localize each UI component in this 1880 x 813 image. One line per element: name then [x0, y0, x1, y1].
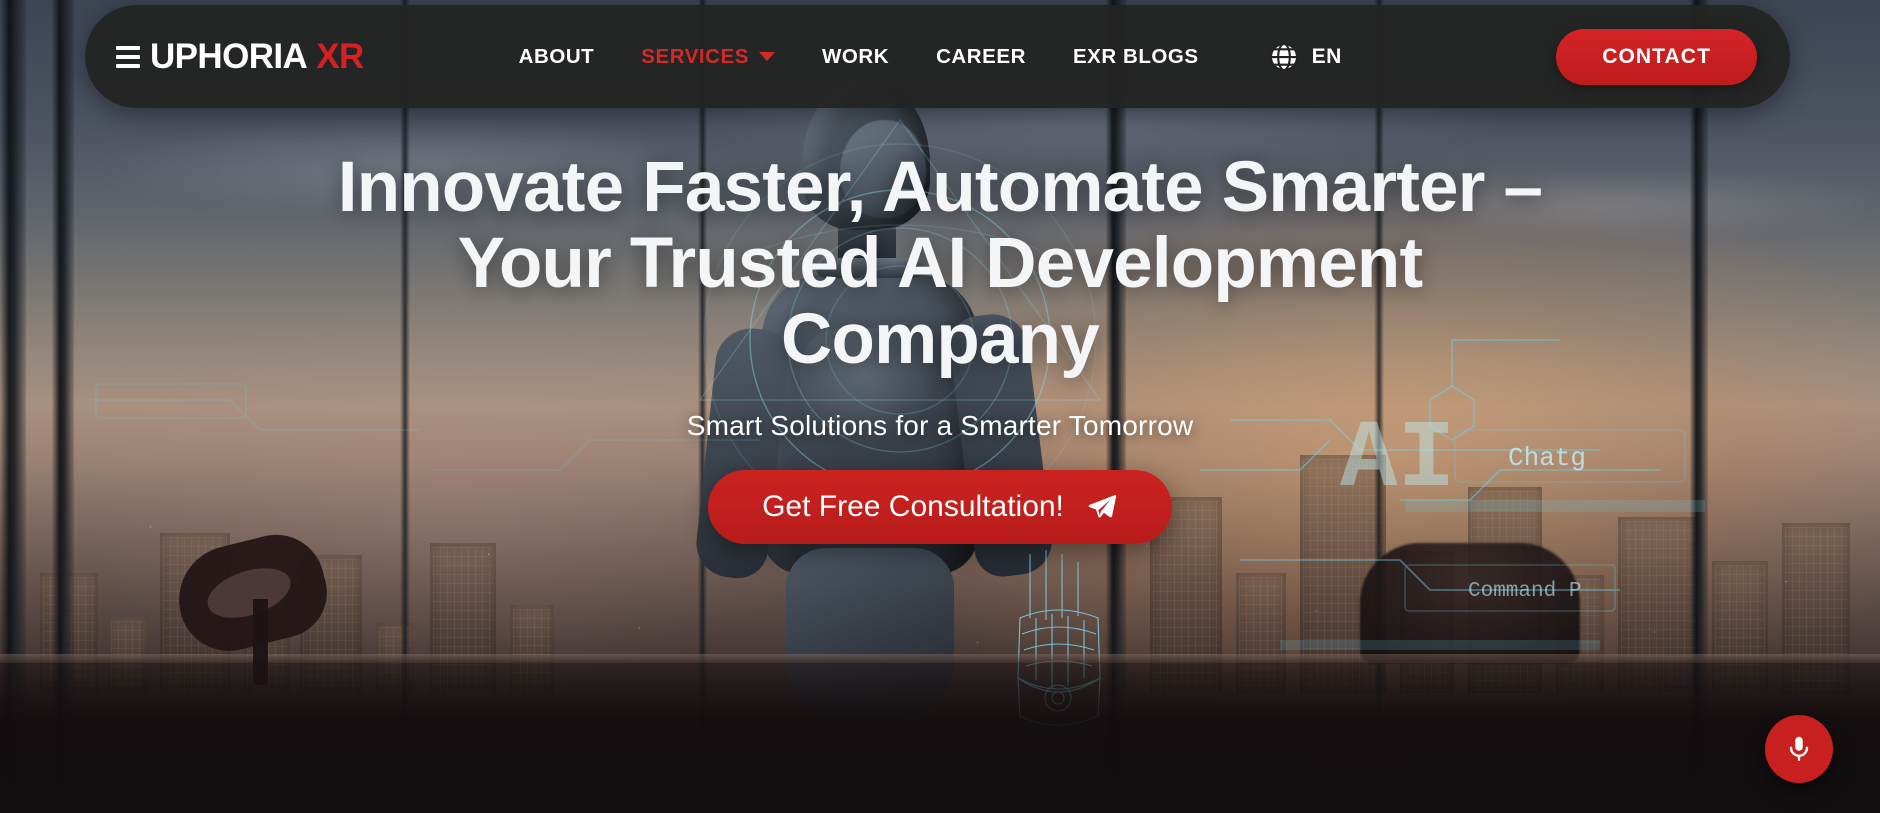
nav-item-label: WORK — [821, 44, 890, 68]
nav-item-career[interactable]: CAREER — [936, 45, 1026, 69]
nav-item-exr-blogs[interactable]: EXR BLOGS — [1073, 45, 1199, 69]
window-rail — [0, 654, 1880, 663]
hero-title: Innovate Faster, Automate Smarter – Your… — [337, 148, 1543, 379]
paper-plane-send-icon — [1088, 494, 1117, 518]
foreground-object — [1360, 543, 1580, 663]
window-sill — [0, 663, 1880, 813]
language-label: EN — [1311, 44, 1342, 68]
cta-label: Get Free Consultation! — [762, 490, 1064, 523]
voice-assistant-button[interactable] — [1765, 715, 1833, 783]
foreground-chair-stem — [253, 599, 268, 685]
contact-button[interactable]: CONTACT — [1556, 28, 1757, 85]
nav-item-about[interactable]: ABOUT — [519, 45, 595, 69]
brand-logo-accent: XR — [316, 36, 364, 76]
hero-stage: AI Chatg Command P UPHORIA XR ABOUT SERV… — [0, 0, 1880, 813]
globe-icon — [1269, 42, 1298, 71]
header-navbar: UPHORIA XR ABOUT SERVICES WORK CAREER EX… — [85, 5, 1790, 108]
main-menu: ABOUT SERVICES WORK CAREER EXR BLOGS — [519, 45, 1199, 69]
nav-item-work[interactable]: WORK — [822, 45, 889, 69]
get-free-consultation-button[interactable]: Get Free Consultation! — [708, 470, 1172, 544]
brand-logo[interactable]: UPHORIA XR — [116, 37, 364, 77]
nav-item-label: SERVICES — [641, 44, 749, 68]
nav-item-label: EXR BLOGS — [1072, 44, 1199, 68]
nav-item-label: ABOUT — [518, 44, 595, 68]
hero-subtitle: Smart Solutions for a Smarter Tomorrow — [686, 410, 1194, 441]
nav-item-label: CAREER — [936, 44, 1026, 68]
microphone-icon — [1789, 736, 1809, 761]
nav-item-services[interactable]: SERVICES — [641, 45, 775, 69]
brand-logo-main: UPHORIA — [150, 36, 308, 76]
hero-content: Innovate Faster, Automate Smarter – Your… — [0, 150, 1880, 544]
hamburger-bars-e-icon — [116, 45, 140, 68]
chevron-down-icon — [758, 52, 775, 61]
language-selector[interactable]: EN — [1267, 40, 1342, 74]
